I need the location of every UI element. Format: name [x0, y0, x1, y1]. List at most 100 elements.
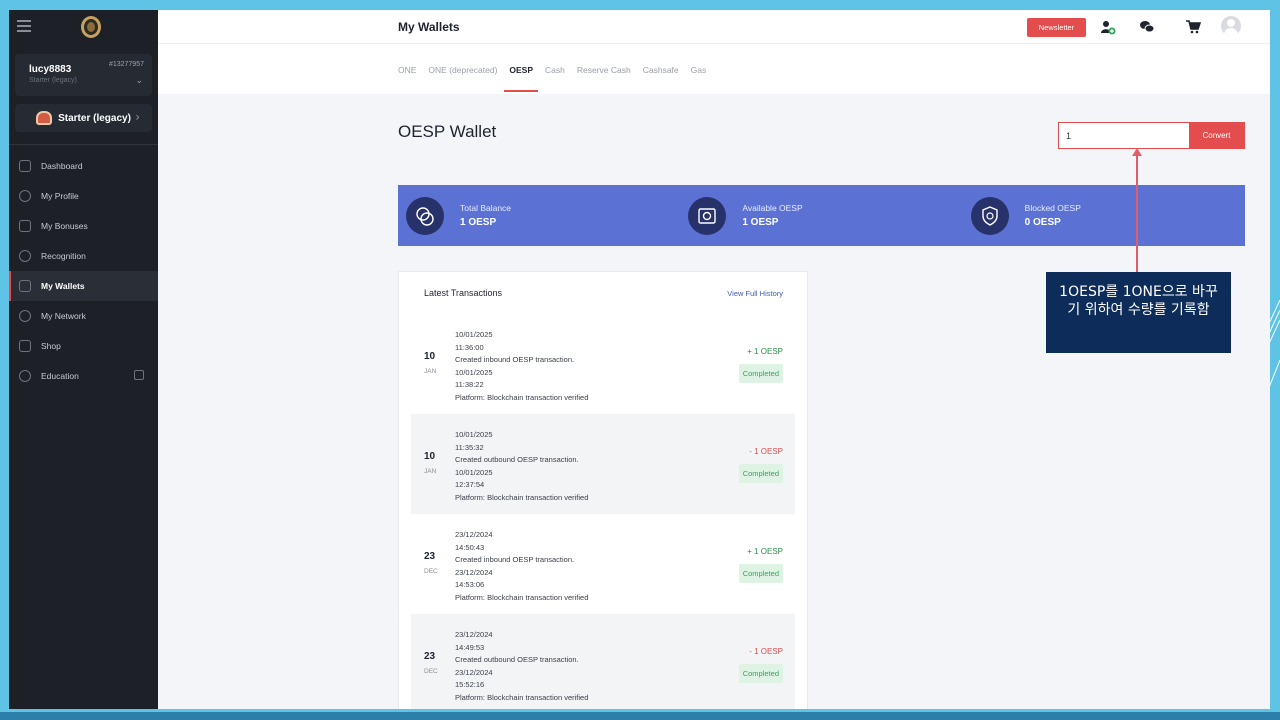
- network-icon: [19, 310, 31, 322]
- sidebar-item-education[interactable]: Education: [9, 361, 158, 391]
- convert-form: Convert: [1058, 122, 1245, 149]
- chevron-down-icon[interactable]: ⌄: [135, 76, 143, 86]
- tab-gas[interactable]: Gas: [691, 65, 707, 89]
- chat-icon[interactable]: [1139, 19, 1155, 35]
- tx-line: 10/01/2025: [455, 430, 493, 439]
- sidebar-item-label: Shop: [41, 341, 61, 351]
- tab-cash[interactable]: Cash: [545, 65, 565, 89]
- tx-month: DEC: [424, 568, 438, 575]
- newsletter-button[interactable]: Newsletter: [1027, 18, 1086, 37]
- sidebar-item-label: My Network: [41, 311, 86, 321]
- plan-button[interactable]: Starter (legacy) ›: [15, 104, 152, 132]
- tx-line: Platform: Blockchain transaction verifie…: [455, 592, 589, 602]
- tx-line: Created outbound OESP transaction.: [455, 655, 579, 665]
- status-badge: Completed: [738, 464, 783, 483]
- cart-icon: [19, 340, 31, 352]
- tx-amount: - 1 OESP: [749, 447, 783, 456]
- tab-reserve-cash[interactable]: Reserve Cash: [577, 65, 631, 89]
- tab-oesp[interactable]: OESP: [504, 65, 538, 92]
- sidebar-top: [9, 10, 158, 44]
- tx-line: Created inbound OESP transaction.: [455, 355, 575, 365]
- tx-line: 11:35:32: [455, 442, 484, 452]
- tab-one[interactable]: ONE: [398, 65, 416, 89]
- convert-amount-input[interactable]: [1059, 123, 1189, 148]
- status-badge: Completed: [738, 364, 783, 383]
- brand-logo[interactable]: [81, 16, 101, 38]
- wallet-tabs: ONE ONE (deprecated) OESP Cash Reserve C…: [398, 65, 707, 92]
- sidebar-item-label: My Wallets: [41, 281, 85, 291]
- sidebar-item-my-bonuses[interactable]: My Bonuses: [9, 211, 158, 241]
- balance-value: 1 OESP: [742, 217, 779, 228]
- status-badge: Completed: [738, 664, 783, 683]
- balance-total: Total Balance 1 OESP: [398, 185, 680, 246]
- balance-available: Available OESP 1 OESP: [680, 185, 962, 246]
- transaction-row[interactable]: 10 JAN 10/01/2025 11:36:00 Created inbou…: [411, 314, 795, 414]
- shield-coin-icon: [970, 196, 1009, 235]
- tx-month: DEC: [424, 668, 438, 675]
- avatar[interactable]: [1221, 16, 1241, 36]
- tx-amount: + 1 OESP: [747, 347, 783, 356]
- user-card[interactable]: lucy8883 Starter (legacy) #13277957 ⌄: [15, 54, 152, 96]
- tx-line: 10/01/2025: [455, 367, 493, 377]
- sidebar-item-my-wallets[interactable]: My Wallets: [9, 271, 158, 301]
- balance-summary: Total Balance 1 OESP Available OESP 1 OE…: [398, 185, 1245, 246]
- wallet-tabs-bar: ONE ONE (deprecated) OESP Cash Reserve C…: [158, 44, 1270, 94]
- tx-line: 11:36:00: [455, 342, 484, 352]
- home-icon: [19, 160, 31, 172]
- transactions-title: Latest Transactions: [424, 288, 503, 298]
- balance-value: 1 OESP: [460, 217, 497, 228]
- tx-line: Created outbound OESP transaction.: [455, 455, 579, 465]
- transaction-row[interactable]: 23 DEC 23/12/2024 14:49:53 Created outbo…: [411, 614, 795, 709]
- sidebar-item-my-network[interactable]: My Network: [9, 301, 158, 331]
- slide-bottom-stripe: [0, 712, 1280, 720]
- sidebar-item-label: My Profile: [41, 191, 79, 201]
- tab-cashsafe[interactable]: Cashsafe: [643, 65, 679, 89]
- sidebar-item-shop[interactable]: Shop: [9, 331, 158, 361]
- chevron-right-icon: ›: [135, 110, 140, 124]
- transaction-row[interactable]: 23 DEC 23/12/2024 14:50:43 Created inbou…: [411, 514, 795, 614]
- wallet-title: OESP Wallet: [398, 122, 497, 141]
- balance-label: Available OESP: [742, 203, 803, 213]
- cart-icon[interactable]: [1185, 19, 1201, 35]
- sidebar: lucy8883 Starter (legacy) #13277957 ⌄ St…: [9, 10, 158, 709]
- user-icon: [19, 190, 31, 202]
- add-user-icon[interactable]: [1100, 19, 1116, 35]
- tx-amount: + 1 OESP: [747, 547, 783, 556]
- convert-button[interactable]: Convert: [1189, 123, 1244, 148]
- external-link-icon[interactable]: [134, 370, 144, 380]
- tx-line: 11:38:22: [455, 380, 484, 390]
- tx-details: 23/12/2024 14:49:53 Created outbound OES…: [455, 629, 588, 705]
- gift-icon: [19, 220, 31, 232]
- view-full-history-link[interactable]: View Full History: [727, 289, 783, 298]
- sidebar-item-my-profile[interactable]: My Profile: [9, 181, 158, 211]
- transaction-row[interactable]: 10 JAN 10/01/2025 11:35:32 Created outbo…: [411, 414, 795, 514]
- balance-label: Total Balance: [460, 203, 512, 213]
- coins-icon: [406, 196, 444, 235]
- tx-day: 10: [424, 451, 436, 462]
- tx-line: 23/12/2024: [455, 530, 493, 539]
- tab-one-deprecated[interactable]: ONE (deprecated): [428, 65, 497, 89]
- callout-arrow: [1136, 150, 1138, 273]
- safe-icon: [688, 196, 727, 235]
- plan-label: Starter (legacy): [58, 112, 131, 124]
- tx-line: 23/12/2024: [455, 567, 493, 577]
- sidebar-item-recognition[interactable]: Recognition: [9, 241, 158, 271]
- balance-blocked: Blocked OESP 0 OESP: [963, 185, 1245, 246]
- sidebar-item-dashboard[interactable]: Dashboard: [9, 151, 158, 181]
- tx-line: Platform: Blockchain transaction verifie…: [455, 492, 589, 502]
- user-rank: Starter (legacy): [29, 77, 77, 84]
- wallet-icon: [19, 280, 31, 292]
- star-badge-icon: [19, 250, 31, 262]
- tx-line: 23/12/2024: [455, 667, 493, 677]
- tx-details: 23/12/2024 14:50:43 Created inbound OESP…: [455, 529, 588, 605]
- sidebar-divider: [9, 144, 158, 145]
- hamburger-menu-icon[interactable]: [17, 20, 31, 32]
- tx-month: JAN: [424, 368, 437, 375]
- user-id: #13277957: [108, 61, 144, 68]
- tx-line: 14:50:43: [455, 542, 485, 552]
- transactions-card: Latest Transactions View Full History 10…: [398, 271, 808, 709]
- tx-day: 10: [424, 351, 436, 362]
- tx-details: 10/01/2025 11:35:32 Created outbound OES…: [455, 429, 588, 505]
- top-header: My Wallets Newsletter: [158, 10, 1270, 44]
- tx-line: 14:49:53: [455, 642, 485, 652]
